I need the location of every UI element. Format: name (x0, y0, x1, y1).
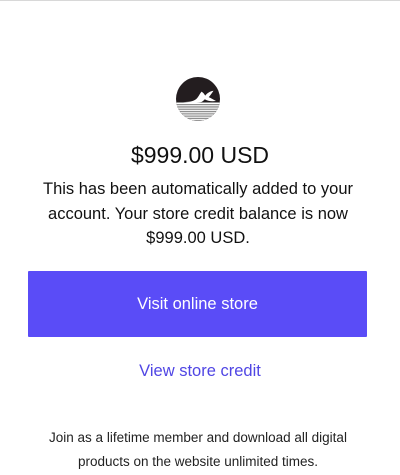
store-credit-email: $999.00 USD This has been automatically … (0, 0, 400, 475)
view-store-credit-link[interactable]: View store credit (0, 360, 400, 382)
store-credit-message: This has been automatically added to you… (42, 180, 354, 247)
lifetime-membership-text: Join as a lifetime member and download a… (49, 430, 347, 469)
whale-tail-logo-icon (176, 77, 220, 121)
store-credit-amount: $999.00 USD (130, 142, 270, 168)
visit-online-store-button[interactable]: Visit online store (28, 271, 367, 337)
brand-logo (176, 77, 220, 121)
